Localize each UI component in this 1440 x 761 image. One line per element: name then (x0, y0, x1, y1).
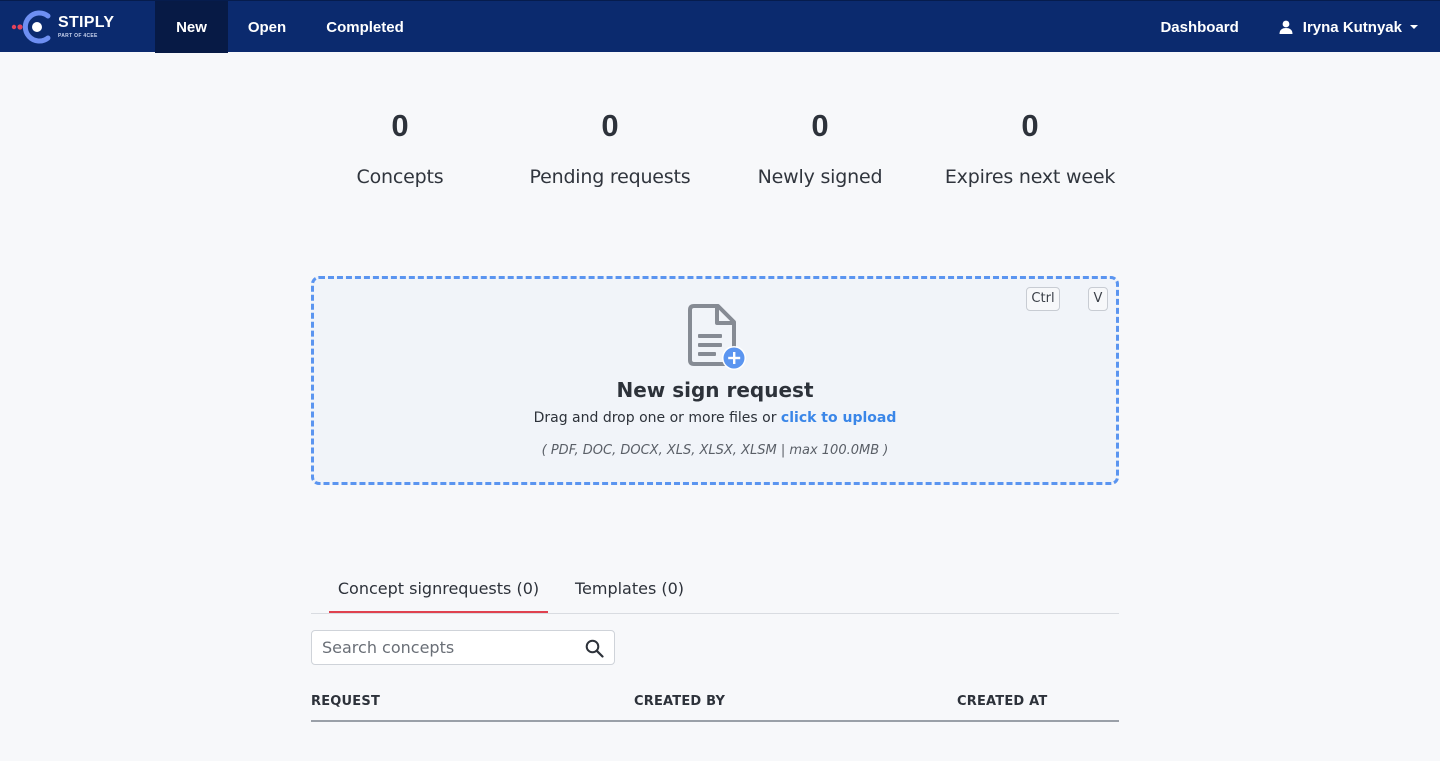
stat-label: Concepts (356, 166, 444, 188)
stat-value: 0 (811, 108, 829, 143)
click-to-upload-link[interactable]: click to upload (781, 410, 896, 426)
nav-new[interactable]: New (155, 1, 228, 53)
stat-concepts: 0 Concepts (295, 106, 505, 188)
dropzone-subtitle-text: Drag and drop one or more files or (533, 410, 781, 426)
table-header: REQUEST CREATED BY CREATED AT (311, 690, 1119, 722)
nav-open[interactable]: Open (228, 1, 306, 53)
column-header-created-at[interactable]: CREATED AT (957, 694, 1047, 709)
stat-value: 0 (391, 108, 409, 143)
column-header-created-by[interactable]: CREATED BY (634, 694, 725, 709)
brand-tagline: PART OF 4CEE (58, 33, 98, 39)
concept-tabs: Concept signrequests (0) Templates (0) (311, 568, 1119, 614)
search-input[interactable] (322, 631, 572, 664)
stat-value: 0 (601, 108, 619, 143)
tab-concept-signrequests[interactable]: Concept signrequests (0) (329, 568, 548, 613)
stat-expires-next-week: 0 Expires next week (925, 106, 1135, 188)
stat-pending-requests: 0 Pending requests (505, 106, 715, 188)
brand-name: STIPLY (58, 14, 115, 31)
search-icon[interactable] (585, 639, 604, 658)
stat-newly-signed: 0 Newly signed (715, 106, 925, 188)
search-box (311, 630, 615, 665)
stat-value: 0 (1021, 108, 1039, 143)
dropzone-file-types: ( PDF, DOC, DOCX, XLS, XLSX, XLSM | max … (541, 443, 889, 458)
chevron-down-icon (1410, 25, 1418, 29)
stat-label: Newly signed (757, 166, 883, 188)
tab-templates[interactable]: Templates (0) (567, 568, 692, 613)
stiply-logo[interactable]: STIPLY PART OF 4CEE (0, 1, 155, 53)
column-header-request[interactable]: REQUEST (311, 694, 380, 709)
dropzone-title: New sign request (616, 378, 814, 402)
shortcut-key-ctrl: Ctrl (1026, 287, 1060, 311)
top-navbar: STIPLY PART OF 4CEE New Open Completed D… (0, 0, 1440, 53)
user-icon (1279, 20, 1293, 34)
stat-label: Expires next week (944, 166, 1116, 188)
nav-dashboard[interactable]: Dashboard (1160, 19, 1238, 36)
user-name: Iryna Kutnyak (1302, 18, 1402, 36)
stiply-logo-icon (11, 10, 51, 44)
nav-right: Dashboard Iryna Kutnyak (1160, 1, 1440, 53)
file-dropzone[interactable]: Ctrl V New sign request Drag and drop on… (311, 276, 1119, 485)
stat-label: Pending requests (529, 166, 691, 188)
nav-completed[interactable]: Completed (306, 1, 424, 53)
user-menu[interactable]: Iryna Kutnyak (1279, 19, 1418, 36)
document-add-icon (688, 304, 746, 370)
shortcut-key-v: V (1088, 287, 1108, 311)
dropzone-subtitle: Drag and drop one or more files or click… (314, 410, 1116, 426)
